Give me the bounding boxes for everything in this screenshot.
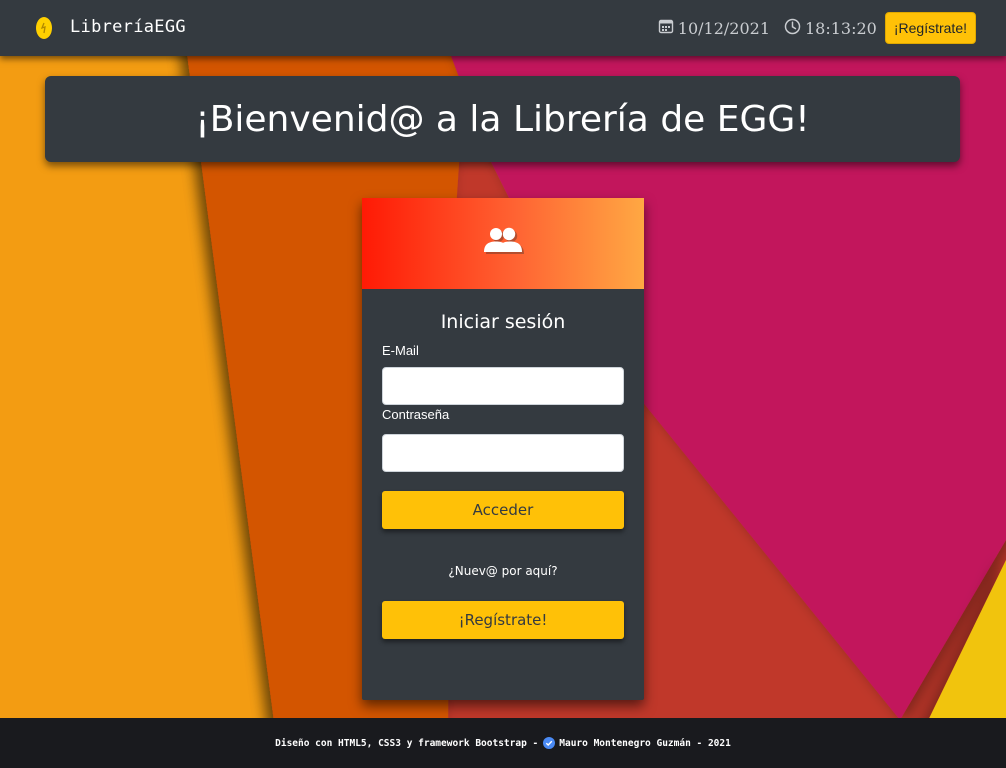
page-footer: Diseño con HTML5, CSS3 y framework Boots… xyxy=(0,718,1006,768)
login-form: Iniciar sesión E-Mail Contraseña Acceder… xyxy=(362,311,644,639)
password-field[interactable] xyxy=(382,434,624,472)
users-icon xyxy=(481,225,525,263)
password-label: Contraseña xyxy=(382,407,450,422)
login-card: Iniciar sesión E-Mail Contraseña Acceder… xyxy=(362,198,644,700)
date-text: 10/12/2021 xyxy=(677,18,770,38)
footer-credits: Diseño con HTML5, CSS3 y framework Boots… xyxy=(275,737,539,749)
register-button[interactable]: ¡Regístrate! xyxy=(382,601,624,639)
time-display: 18:13:20 xyxy=(784,18,877,39)
time-text: 18:13:20 xyxy=(805,18,877,38)
top-navbar: LibreríaEGG 10/12/2021 18:13:20 ¡Regístr… xyxy=(0,0,1006,56)
clock-icon xyxy=(784,18,805,39)
login-title: Iniciar sesión xyxy=(440,311,566,333)
login-card-header xyxy=(362,198,644,289)
date-display: 10/12/2021 xyxy=(658,18,770,38)
page-title: ¡Bienvenid@ a la Librería de EGG! xyxy=(195,98,810,140)
welcome-banner: ¡Bienvenid@ a la Librería de EGG! xyxy=(45,76,960,162)
verified-badge-icon xyxy=(543,737,556,749)
email-field[interactable] xyxy=(382,367,624,405)
login-submit-button[interactable]: Acceder xyxy=(382,491,624,529)
brand-link[interactable]: LibreríaEGG xyxy=(34,14,186,40)
nav-right: 10/12/2021 18:13:20 ¡Regístrate! xyxy=(658,12,976,44)
calendar-icon xyxy=(658,18,678,38)
new-user-text: ¿Nuev@ por aquí? xyxy=(448,564,558,578)
brand-name: LibreríaEGG xyxy=(70,17,186,37)
egg-icon xyxy=(34,14,54,40)
nav-register-button[interactable]: ¡Regístrate! xyxy=(884,12,976,44)
email-label: E-Mail xyxy=(382,343,419,358)
footer-author: Mauro Montenegro Guzmán - 2021 xyxy=(559,737,731,749)
